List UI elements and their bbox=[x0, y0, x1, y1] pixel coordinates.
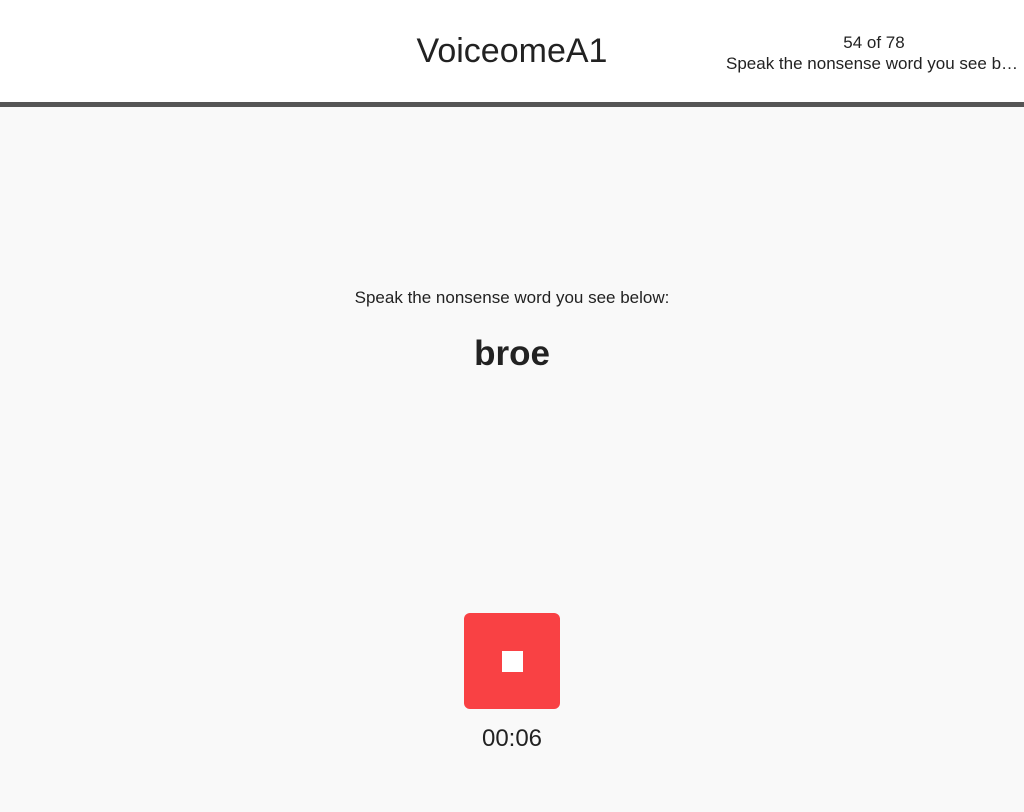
progress-bar-fill bbox=[0, 102, 1024, 107]
recording-timer: 00:06 bbox=[481, 725, 543, 752]
stop-recording-button[interactable] bbox=[464, 613, 560, 709]
stop-icon bbox=[502, 651, 523, 672]
step-info: 54 of 78 Speak the nonsense word you see… bbox=[724, 32, 1024, 74]
header-bar: VoiceomeA1 54 of 78 Speak the nonsense w… bbox=[0, 0, 1024, 102]
nonsense-word: broe bbox=[474, 334, 550, 373]
progress-bar bbox=[0, 102, 1024, 107]
task-prompt: Speak the nonsense word you see below: bbox=[354, 288, 670, 307]
step-counter: 54 of 78 bbox=[843, 33, 905, 52]
step-description: Speak the nonsense word you see below: bbox=[726, 54, 1022, 73]
